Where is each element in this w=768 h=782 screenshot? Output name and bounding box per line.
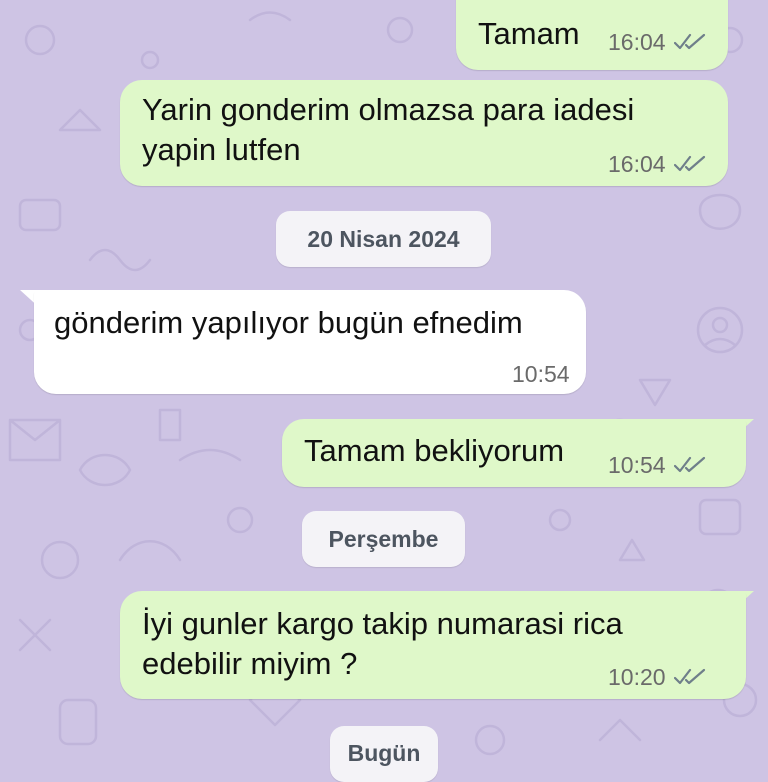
chat-area[interactable]: Tamam 16:04 Yarin gonderim olmazsa para … [0, 0, 768, 782]
message-meta: 16:04 [608, 150, 706, 178]
message-time: 16:04 [608, 29, 666, 55]
message-text: Tamam [478, 16, 580, 51]
date-separator: Bugün [330, 726, 438, 782]
date-separator: Perşembe [302, 511, 465, 567]
double-check-icon [673, 668, 705, 685]
message-time: 10:54 [608, 452, 666, 478]
double-check-icon [673, 155, 705, 172]
message-time: 10:54 [512, 361, 570, 387]
message-time: 16:04 [608, 151, 666, 177]
message-bubble-outgoing[interactable]: İyi gunler kargo takip numarasi rica ede… [120, 591, 746, 699]
message-meta: 10:54 [512, 360, 570, 388]
message-meta: 10:20 [608, 663, 706, 691]
message-bubble-outgoing[interactable]: Yarin gonderim olmazsa para iadesi yapin… [120, 80, 728, 186]
message-bubble-incoming[interactable]: gönderim yapılıyor bugün efnedim 10:54 [34, 290, 586, 394]
message-text: Tamam bekliyorum [304, 433, 565, 468]
message-time: 10:20 [608, 664, 666, 690]
double-check-icon [673, 33, 705, 50]
date-separator: 20 Nisan 2024 [276, 211, 491, 267]
date-separator-label: Bugün [347, 740, 421, 766]
message-bubble-outgoing[interactable]: Tamam 16:04 [456, 0, 728, 70]
date-separator-label: Perşembe [328, 526, 439, 552]
message-meta: 10:54 [608, 451, 706, 479]
message-text: gönderim yapılıyor bugün efnedim [54, 305, 523, 340]
message-bubble-outgoing[interactable]: Tamam bekliyorum 10:54 [282, 419, 746, 487]
date-separator-label: 20 Nisan 2024 [307, 226, 460, 252]
message-text: Yarin gonderim olmazsa para iadesi yapin… [142, 92, 635, 167]
message-text: İyi gunler kargo takip numarasi rica ede… [142, 606, 623, 681]
message-meta: 16:04 [608, 28, 706, 56]
double-check-icon [673, 456, 705, 473]
